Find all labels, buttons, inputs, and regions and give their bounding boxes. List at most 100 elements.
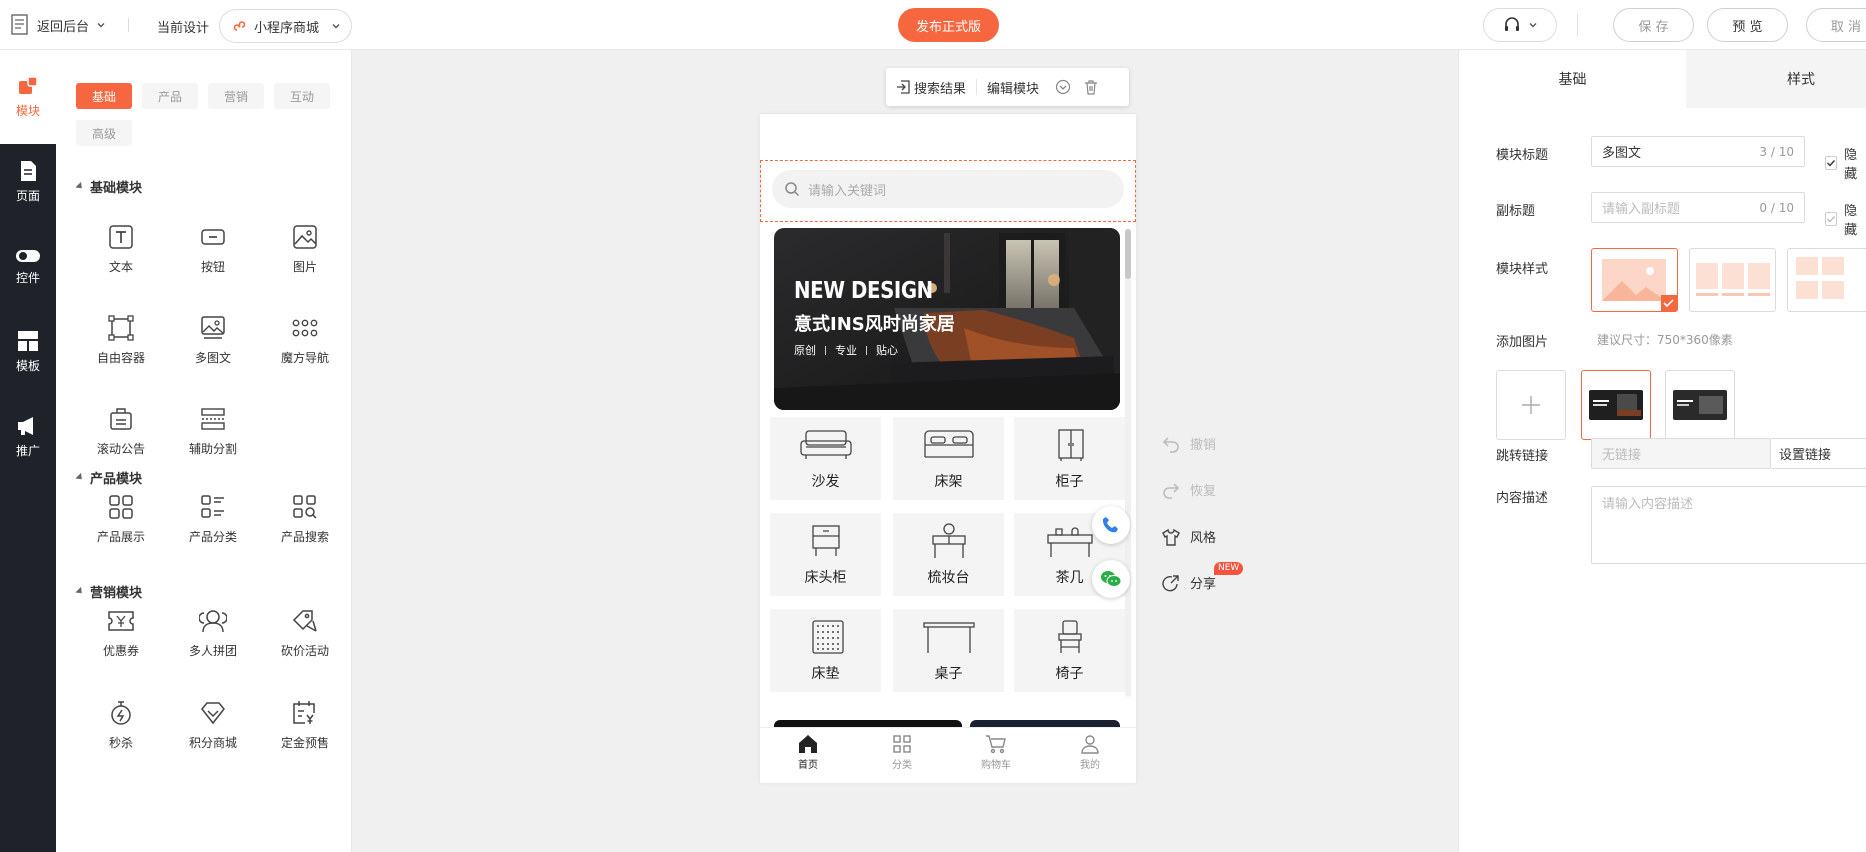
- component-group-buy[interactable]: 多人拼团: [167, 600, 259, 680]
- tab-mine[interactable]: 我的: [1060, 734, 1120, 771]
- component-label: 产品搜索: [280, 530, 329, 544]
- nightstand-icon: [811, 525, 840, 556]
- component-product-display[interactable]: 产品展示: [75, 486, 167, 566]
- category-item[interactable]: 床头柜: [770, 513, 881, 596]
- tab-style[interactable]: 样式: [1686, 50, 1866, 108]
- component-button[interactable]: 按钮: [167, 216, 259, 296]
- category-item[interactable]: 沙发: [770, 417, 881, 500]
- style-option-single[interactable]: [1591, 248, 1678, 312]
- tab-home[interactable]: 首页: [778, 734, 838, 771]
- banner-tag: 原创: [794, 344, 816, 357]
- preview-scrollbar[interactable]: [1125, 229, 1131, 697]
- wechat-button[interactable]: [1092, 560, 1130, 598]
- sidebar-item-label: 推广: [15, 444, 40, 458]
- component-scroll-notice[interactable]: 滚动公告: [75, 398, 167, 478]
- palette-tab-advanced[interactable]: 高级: [76, 120, 132, 146]
- tab-basic[interactable]: 基础: [1459, 50, 1686, 108]
- miniprogram-icon: [233, 21, 246, 31]
- set-link-button[interactable]: 设置链接: [1771, 438, 1866, 469]
- phone-call-button[interactable]: [1092, 506, 1130, 544]
- component-image[interactable]: 图片: [259, 216, 351, 296]
- support-button[interactable]: [1483, 8, 1557, 42]
- app-select[interactable]: 小程序商城: [219, 9, 352, 43]
- section-title-product[interactable]: 产品模块: [75, 468, 142, 487]
- move-down-button[interactable]: [1049, 79, 1077, 95]
- category-item[interactable]: 床架: [893, 417, 1004, 500]
- component-product-category[interactable]: 产品分类: [167, 486, 259, 566]
- section-title-text: 基础模块: [90, 181, 143, 196]
- category-item[interactable]: 椅子: [1014, 609, 1125, 692]
- module-title-input[interactable]: 多图文 3 / 10: [1591, 136, 1805, 167]
- component-presale[interactable]: 定金预售: [259, 692, 351, 772]
- sidebar-item-page[interactable]: 页面: [0, 152, 56, 212]
- palette-tab-interaction[interactable]: 互动: [274, 83, 330, 109]
- category-item[interactable]: 床垫: [770, 609, 881, 692]
- chevron-down-icon: [1529, 23, 1537, 28]
- single-image-style-icon: [1602, 259, 1677, 311]
- palette-tab-marketing[interactable]: 营销: [208, 83, 264, 109]
- component-label: 秒杀: [108, 736, 133, 750]
- banner-image[interactable]: NEW DESIGN 意式INS风时尚家居 原创 专业 贴心: [774, 228, 1120, 410]
- preview-button[interactable]: 预 览: [1707, 8, 1788, 42]
- scrollbar-thumb[interactable]: [1125, 229, 1131, 279]
- component-flash-sale[interactable]: 秒杀: [75, 692, 167, 772]
- tab-category[interactable]: 分类: [872, 734, 932, 771]
- category-item[interactable]: 梳妆台: [893, 513, 1004, 596]
- section-title-basic[interactable]: 基础模块: [75, 177, 143, 196]
- back-to-admin-button[interactable]: 返回后台: [8, 13, 106, 37]
- link-input[interactable]: 无链接: [1591, 438, 1771, 469]
- delete-module-button[interactable]: [1077, 79, 1105, 95]
- category-item[interactable]: 柜子: [1014, 417, 1125, 500]
- redo-button[interactable]: 恢复: [1162, 480, 1216, 499]
- edit-module-button[interactable]: 编辑模块: [977, 78, 1049, 97]
- component-product-search[interactable]: 产品搜索: [259, 486, 351, 566]
- category-item[interactable]: 桌子: [893, 609, 1004, 692]
- style-button[interactable]: 风格: [1162, 527, 1216, 546]
- cancel-button[interactable]: 取 消: [1806, 8, 1866, 42]
- cabinet-icon: [1057, 429, 1084, 461]
- component-label: 自由容器: [96, 351, 145, 365]
- checkbox-box: [1825, 156, 1838, 170]
- style-option-triple[interactable]: [1689, 248, 1776, 312]
- component-multi-image-text[interactable]: 多图文: [167, 307, 259, 387]
- description-textarea[interactable]: 请输入内容描述: [1591, 486, 1866, 564]
- component-coupon[interactable]: 优惠券: [75, 600, 167, 680]
- component-divider[interactable]: 辅助分割: [167, 398, 259, 478]
- tab-cart[interactable]: 购物车: [966, 734, 1026, 771]
- publish-button[interactable]: 发布正式版: [898, 8, 999, 42]
- phone-preview: 请输入关键词 NEW DESIGN 意式INS风时尚家居 原创 专业 贴心 沙发…: [760, 114, 1136, 783]
- circle-chevron-down-icon: [1055, 79, 1071, 95]
- search-result-button[interactable]: 搜索结果: [886, 78, 976, 97]
- subtitle-input[interactable]: 请输入副标题 0 / 10: [1591, 192, 1805, 223]
- hide-title-checkbox[interactable]: 隐藏: [1825, 144, 1866, 182]
- grid-icon: [109, 495, 133, 519]
- page-icon: [21, 161, 36, 181]
- share-button[interactable]: 分享: [1162, 573, 1216, 592]
- component-bargain[interactable]: 砍价活动: [259, 600, 351, 680]
- image-thumbnail[interactable]: [1665, 370, 1735, 440]
- save-button[interactable]: 保 存: [1613, 8, 1694, 42]
- component-free-container[interactable]: 自由容器: [75, 307, 167, 387]
- add-image-button[interactable]: [1496, 370, 1566, 440]
- banner-thumbnail: [1673, 390, 1727, 420]
- undo-button[interactable]: 撤销: [1162, 434, 1216, 453]
- hide-subtitle-checkbox[interactable]: 隐藏: [1825, 200, 1866, 238]
- coupon-icon: [108, 611, 134, 631]
- image-thumbnail-selected[interactable]: [1581, 370, 1651, 440]
- sidebar-item-label: 页面: [15, 189, 40, 203]
- style-option-grid[interactable]: [1787, 248, 1866, 312]
- sidebar-item-control[interactable]: 控件: [0, 237, 56, 297]
- banner-tag: 贴心: [876, 344, 898, 357]
- sidebar-item-template[interactable]: 模板: [0, 322, 56, 382]
- section-title-marketing[interactable]: 营销模块: [75, 582, 142, 601]
- component-label: 优惠券: [102, 644, 139, 658]
- component-cube-nav[interactable]: 魔方导航: [259, 307, 351, 387]
- search-bar[interactable]: 请输入关键词: [772, 170, 1124, 208]
- tea-table-icon: [1046, 527, 1093, 557]
- palette-tab-product[interactable]: 产品: [142, 83, 198, 109]
- component-text[interactable]: 文本: [75, 216, 167, 296]
- component-points-mall[interactable]: 积分商城: [167, 692, 259, 772]
- palette-tab-basic[interactable]: 基础: [76, 83, 132, 109]
- sidebar-item-module[interactable]: 模块: [0, 67, 56, 127]
- sidebar-item-promote[interactable]: 推广: [0, 407, 56, 467]
